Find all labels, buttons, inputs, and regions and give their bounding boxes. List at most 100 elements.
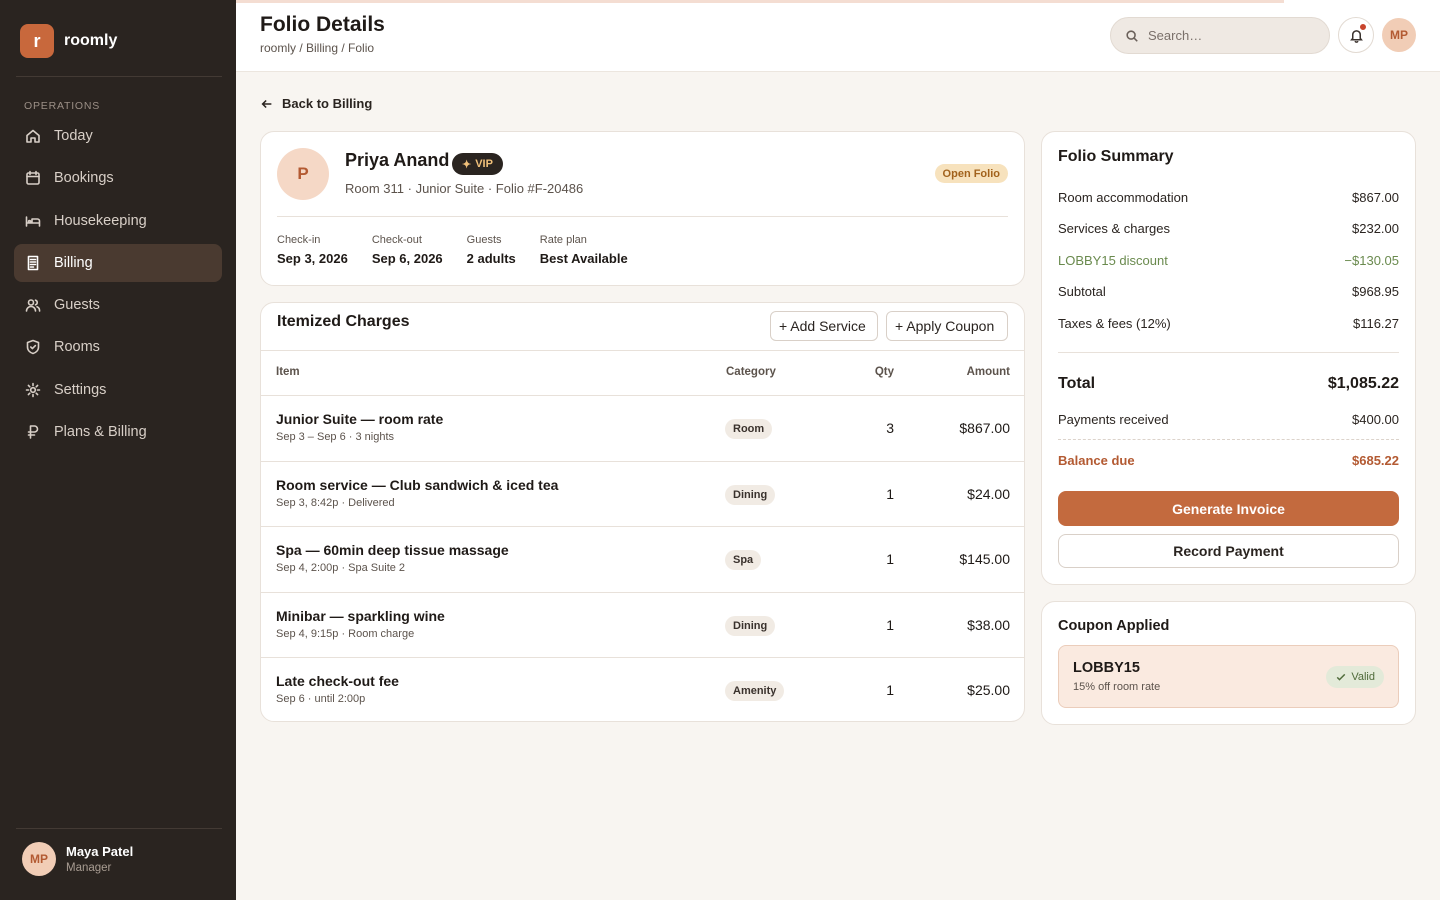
- loading-bar: [236, 0, 1284, 3]
- sidebar-nav: Today Bookings Housekeeping Billing Gues…: [14, 117, 222, 455]
- sidebar-item-guests[interactable]: Guests: [14, 286, 222, 324]
- summary-line-taxes: Taxes & fees (12%) $116.27: [1058, 316, 1399, 331]
- charge-amount: $867.00: [959, 420, 1010, 436]
- search-input[interactable]: [1148, 28, 1308, 43]
- summary-label: Room accommodation: [1058, 190, 1189, 205]
- charge-detail: Sep 4, 9:15p · Room charge: [276, 627, 415, 640]
- balance-value: $685.22: [1352, 453, 1399, 468]
- folio-summary-card: Folio Summary Room accommodation $867.00…: [1041, 131, 1416, 585]
- notification-dot: [1359, 23, 1367, 31]
- summary-line-subtotal: Subtotal $968.95: [1058, 284, 1399, 299]
- divider: [1058, 352, 1399, 353]
- topbar: Folio Details roomly / Billing / Folio M…: [236, 0, 1440, 72]
- search-box[interactable]: [1110, 17, 1330, 54]
- dashed-divider: [1058, 439, 1399, 440]
- charge-amount: $24.00: [967, 485, 1010, 502]
- section-title: Itemized Charges: [277, 313, 410, 330]
- divider: [277, 216, 1008, 217]
- generate-invoice-button[interactable]: Generate Invoice: [1058, 491, 1399, 526]
- coupon-box: LOBBY15 15% off room rate Valid: [1058, 645, 1399, 708]
- guest-name: Priya Anand: [345, 150, 450, 170]
- charge-qty: 1: [886, 616, 894, 633]
- user-profile[interactable]: MP Maya Patel Manager: [22, 842, 133, 876]
- sidebar-item-bookings[interactable]: Bookings: [14, 159, 222, 197]
- summary-value: $116.27: [1352, 316, 1399, 331]
- stay-details: Check-in Sep 3, 2026 Check-out Sep 6, 20…: [277, 234, 652, 266]
- sidebar-divider: [16, 828, 222, 829]
- sidebar-item-label: Housekeeping: [54, 212, 147, 229]
- sidebar-item-housekeeping[interactable]: Housekeeping: [14, 202, 222, 240]
- brand-logo: r: [20, 24, 54, 58]
- charge-amount: $25.00: [967, 682, 1010, 698]
- balance-due: Balance due $685.22: [1058, 453, 1399, 468]
- summary-label: Taxes & fees (12%): [1058, 316, 1171, 331]
- add-service-button[interactable]: + Add Service: [770, 311, 878, 341]
- charge-title: Junior Suite — room rate: [276, 411, 444, 427]
- summary-value: $968.95: [1352, 284, 1399, 299]
- table-row[interactable]: Spa — 60min deep tissue massage Sep 4, 2…: [261, 527, 1024, 593]
- column-header-amount[interactable]: Amount: [967, 366, 1010, 378]
- summary-line-payments: Payments received $400.00: [1058, 412, 1399, 427]
- summary-label: Payments received: [1058, 412, 1169, 427]
- charge-qty: 1: [886, 682, 894, 698]
- stay-value: Sep 3, 2026: [277, 251, 348, 266]
- sidebar-item-label: Billing: [54, 254, 93, 271]
- notifications-button[interactable]: [1338, 17, 1374, 53]
- sidebar-item-label: Today: [54, 128, 93, 144]
- coupon-code: LOBBY15: [1073, 660, 1140, 676]
- arrow-left-icon: [261, 99, 272, 108]
- summary-label: Services & charges: [1058, 221, 1170, 236]
- stay-label: Check-in: [277, 234, 321, 246]
- table-row[interactable]: Late check-out fee Sep 6 · until 2:00p A…: [261, 658, 1024, 721]
- column-header-qty[interactable]: Qty: [875, 366, 894, 378]
- sidebar-item-label: Plans & Billing: [54, 424, 147, 441]
- shield-icon: [24, 338, 42, 356]
- stay-field-rate-plan: Rate plan Best Available: [540, 234, 628, 266]
- stay-label: Rate plan: [539, 234, 587, 246]
- sidebar-item-label: Settings: [54, 381, 107, 398]
- calendar-icon: [24, 169, 42, 187]
- column-header-category[interactable]: Category: [726, 366, 776, 378]
- home-icon: [24, 127, 42, 145]
- back-to-billing-link[interactable]: Back to Billing: [260, 96, 372, 111]
- apply-coupon-button[interactable]: + Apply Coupon: [886, 311, 1008, 341]
- category-badge: Spa: [725, 550, 762, 570]
- avatar: MP: [22, 842, 56, 876]
- avatar[interactable]: MP: [1382, 18, 1416, 52]
- user-role: Manager: [66, 862, 112, 874]
- coupon-description: 15% off room rate: [1073, 681, 1161, 693]
- bed-icon: [24, 212, 42, 230]
- total-label: Total: [1058, 375, 1096, 392]
- users-icon: [24, 296, 42, 314]
- vip-badge: ✦ VIP: [452, 153, 503, 175]
- sidebar-item-billing[interactable]: Billing: [14, 243, 222, 282]
- summary-total: Total $1,085.22: [1058, 375, 1399, 393]
- sidebar-item-plans-billing[interactable]: Plans & Billing: [14, 413, 222, 451]
- stay-value: Sep 6, 2026: [371, 251, 443, 266]
- summary-value: $232.00: [1352, 221, 1399, 236]
- sidebar-item-label: Rooms: [54, 339, 100, 356]
- sidebar-divider: [16, 76, 222, 77]
- table-row[interactable]: Room service — Club sandwich & iced tea …: [261, 462, 1024, 527]
- charge-title: Late check-out fee: [276, 673, 399, 689]
- table-row[interactable]: Junior Suite — room rate Sep 3 – Sep 6 ·…: [261, 396, 1024, 462]
- nav-section-label: OPERATIONS: [24, 100, 101, 112]
- sidebar-item-settings[interactable]: Settings: [14, 371, 222, 409]
- user-name: Maya Patel: [66, 844, 134, 859]
- total-value: $1,085.22: [1327, 375, 1399, 392]
- column-header-item[interactable]: Item: [276, 366, 300, 378]
- charge-detail: Sep 3, 8:42p · Delivered: [276, 496, 395, 509]
- record-payment-button[interactable]: Record Payment: [1058, 534, 1399, 568]
- brand[interactable]: r roomly: [20, 24, 117, 58]
- sidebar-item-today[interactable]: Today: [14, 117, 222, 155]
- valid-label: Valid: [1351, 671, 1375, 683]
- receipt-icon: [24, 254, 42, 272]
- guest-card: P Priya Anand ✦ VIP Room 311 · Junior Su…: [260, 131, 1025, 286]
- summary-value: $400.00: [1352, 412, 1399, 427]
- charge-title: Room service — Club sandwich & iced tea: [276, 476, 559, 493]
- gear-icon: [24, 381, 42, 399]
- table-row[interactable]: Minibar — sparkling wine Sep 4, 9:15p · …: [261, 593, 1024, 658]
- page-title: Folio Details: [260, 13, 385, 36]
- sidebar-item-rooms[interactable]: Rooms: [14, 328, 222, 366]
- charge-qty: 1: [886, 551, 894, 567]
